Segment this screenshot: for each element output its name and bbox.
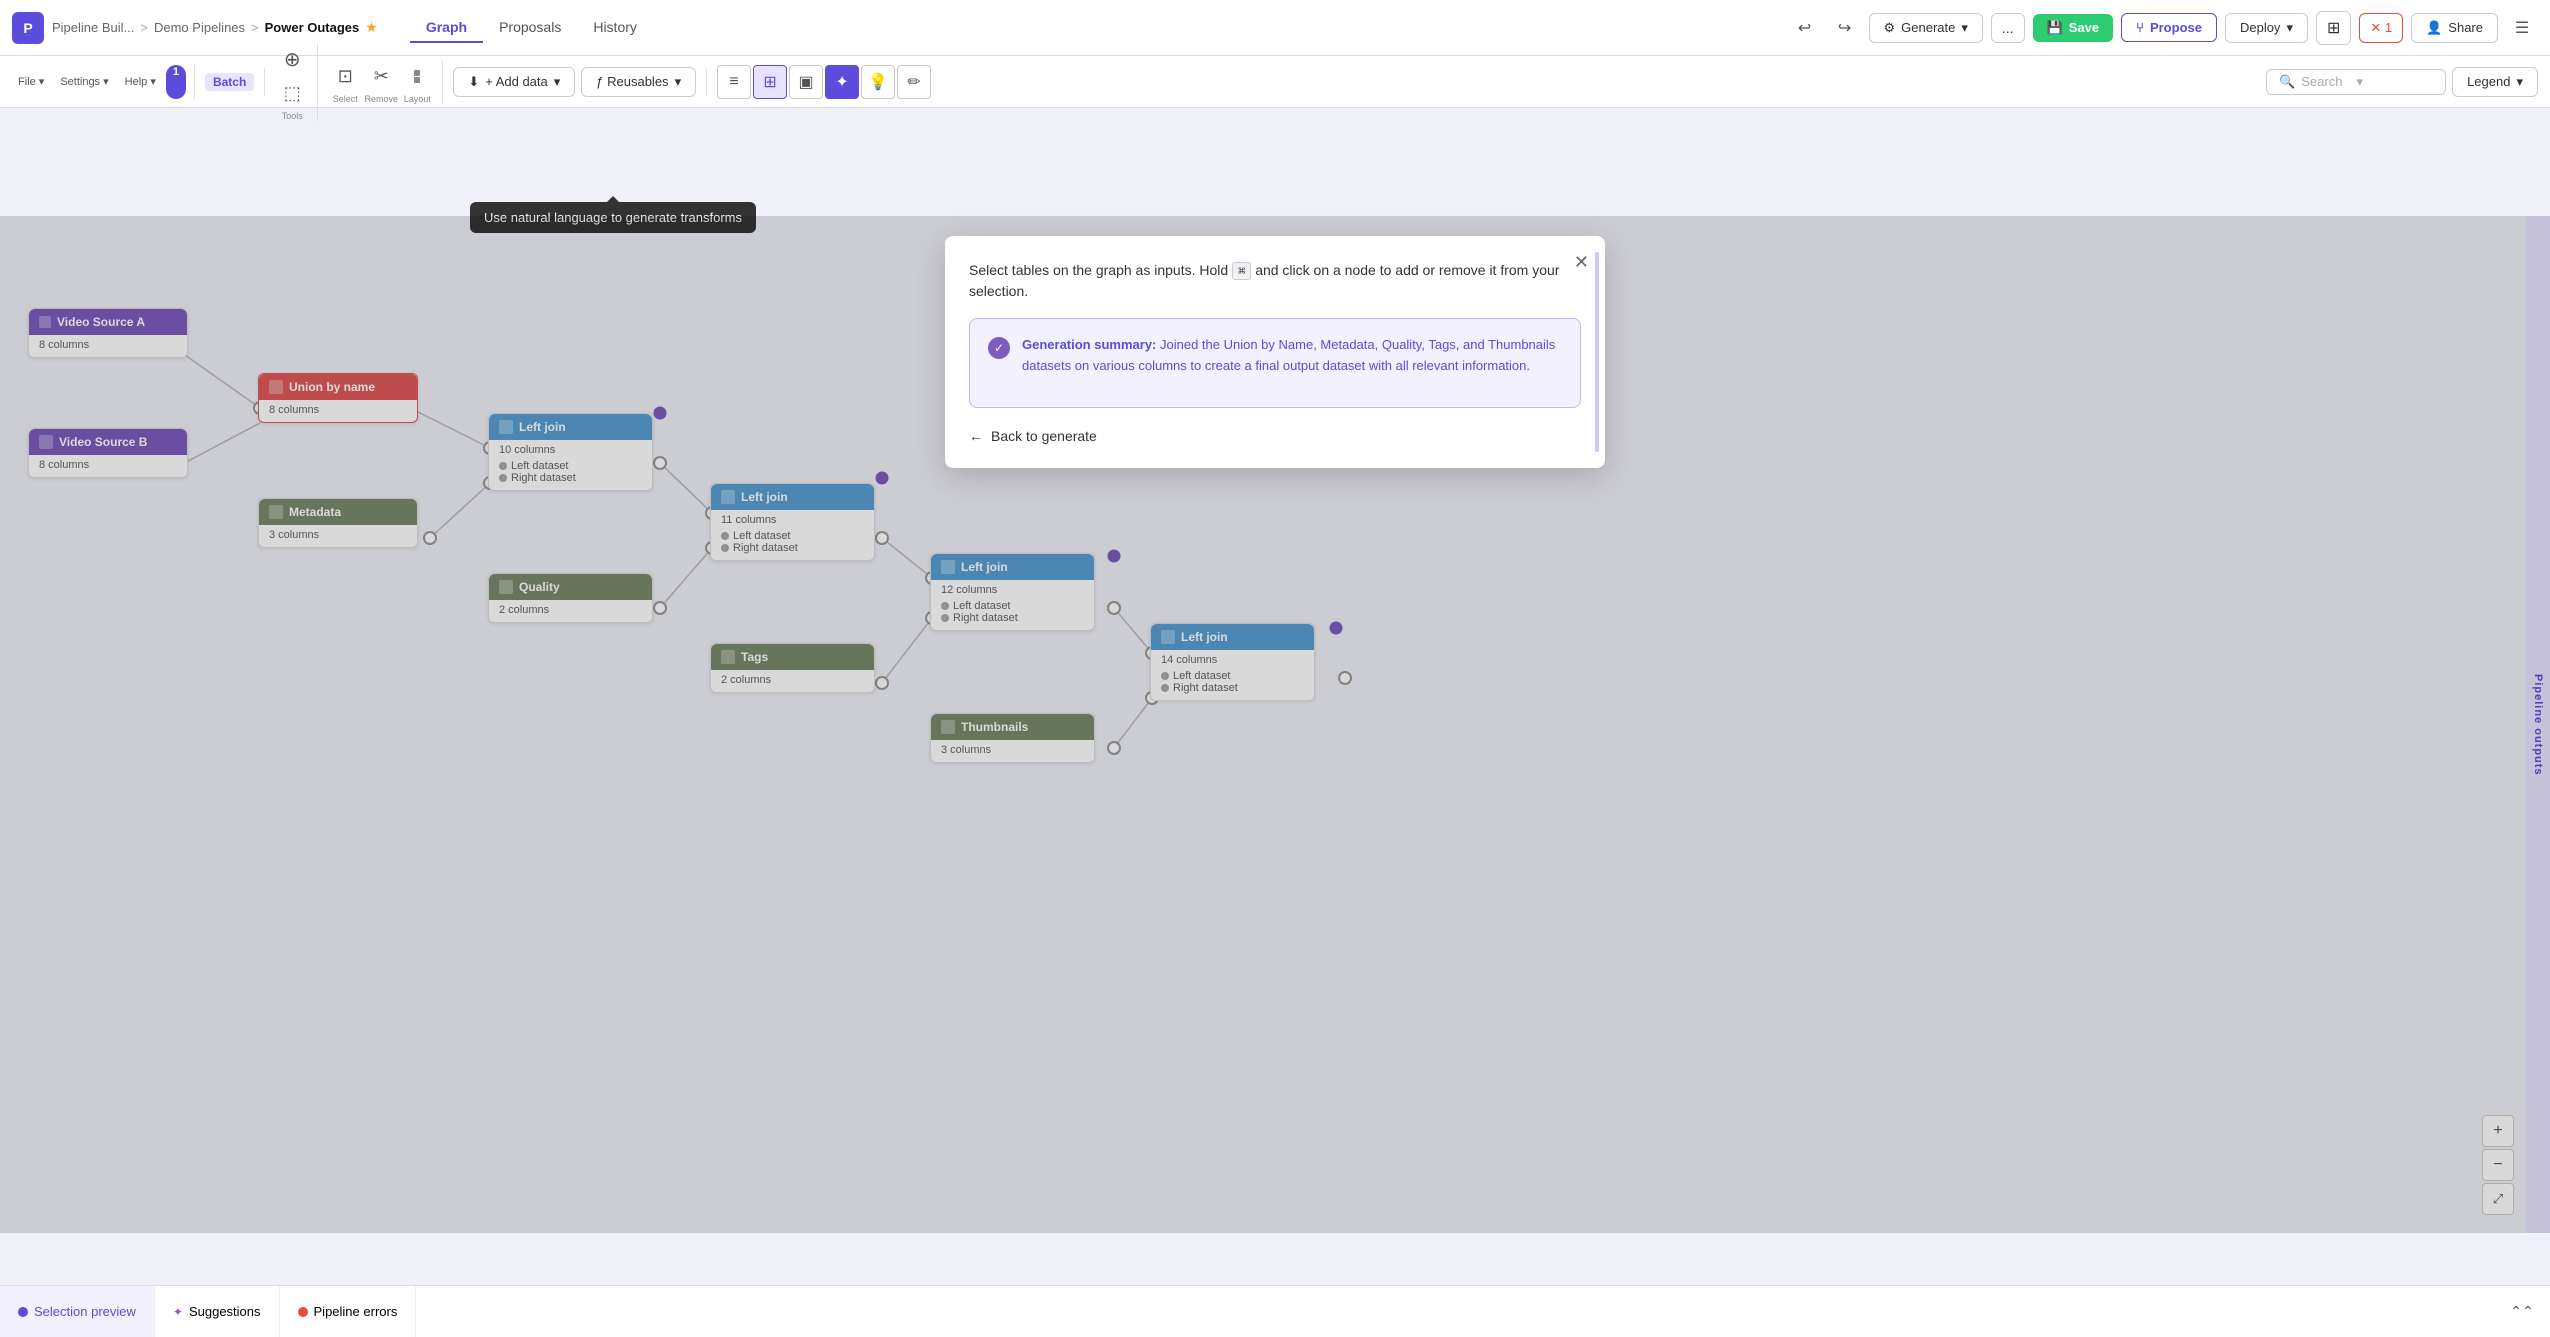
- back-arrow-icon: ←: [969, 428, 983, 444]
- save-icon: 💾: [2047, 20, 2063, 36]
- tools-label: Tools: [282, 111, 303, 121]
- generate-button[interactable]: ⚙ Generate ▾: [1869, 13, 1983, 43]
- tab-graph[interactable]: Graph: [410, 13, 483, 43]
- breadcrumb-sep2: >: [251, 20, 259, 35]
- legend-chevron-icon: ▾: [2516, 74, 2523, 90]
- add-data-button[interactable]: ⬇ + Add data ▾: [453, 67, 575, 97]
- generate-chevron-icon: ▾: [1961, 20, 1968, 36]
- deploy-button[interactable]: Deploy ▾: [2225, 13, 2308, 43]
- sidebar-toggle-button[interactable]: ☰: [2506, 12, 2538, 44]
- reusables-chevron-icon: ▾: [675, 74, 682, 90]
- breadcrumb-sep1: >: [140, 20, 148, 35]
- transform-pen-button[interactable]: ✏: [897, 65, 931, 99]
- save-button[interactable]: 💾 Save: [2033, 14, 2114, 42]
- breadcrumb-current: Power Outages: [265, 20, 360, 35]
- top-nav-tabs: Graph Proposals History: [410, 13, 653, 43]
- breadcrumb-demo[interactable]: Demo Pipelines: [154, 20, 245, 35]
- redo-button[interactable]: ↪: [1829, 12, 1861, 44]
- transform-list-button[interactable]: ≡: [717, 65, 751, 99]
- pipeline-errors-icon: [298, 1307, 308, 1317]
- transform-buttons: ≡ ⊞ ▣ ✦ 💡 ✏: [717, 65, 931, 99]
- app-logo: P: [12, 12, 44, 44]
- ai-generate-button[interactable]: ✦: [825, 65, 859, 99]
- select-remove-group: ⊡ Select ✂ Remove Layout: [328, 60, 443, 104]
- grid-button[interactable]: ⊞: [2316, 11, 2351, 45]
- modal-overlay[interactable]: ✕ Select tables on the graph as inputs. …: [0, 216, 2550, 1233]
- legend-label: Legend: [2467, 74, 2510, 89]
- settings-menu-button[interactable]: Settings ▾: [54, 65, 114, 99]
- modal-instruction: Select tables on the graph as inputs. Ho…: [969, 260, 1581, 302]
- generate-icon: ⚙: [1884, 20, 1896, 36]
- tools-group: ⊕ ⬚ Tools: [275, 43, 318, 121]
- propose-button[interactable]: ⑂ Propose: [2121, 13, 2217, 42]
- deploy-chevron-icon: ▾: [2286, 20, 2293, 36]
- breadcrumb: Pipeline Buil... > Demo Pipelines > Powe…: [52, 19, 378, 36]
- transform-light-button[interactable]: 💡: [861, 65, 895, 99]
- batch-badge: Batch: [205, 73, 254, 91]
- modal-kbd: ⌘: [1232, 262, 1251, 280]
- legend-button[interactable]: Legend ▾: [2452, 67, 2538, 97]
- select-label: Select: [333, 94, 358, 104]
- selection-preview-icon: [18, 1307, 28, 1317]
- lasso-tool-button[interactable]: ⬚: [275, 77, 309, 111]
- breadcrumb-pipeline[interactable]: Pipeline Buil...: [52, 20, 134, 35]
- top-bar: P Pipeline Buil... > Demo Pipelines > Po…: [0, 0, 2550, 56]
- x1-button[interactable]: ✕ 1: [2359, 13, 2403, 43]
- search-icon: 🔍: [2279, 74, 2295, 90]
- suggestions-icon: ✦: [173, 1305, 183, 1319]
- tab-suggestions[interactable]: ✦ Suggestions: [155, 1286, 280, 1337]
- select-tool-button[interactable]: ⊕: [275, 43, 309, 77]
- share-icon: 👤: [2426, 20, 2442, 36]
- bottom-bar: Selection preview ✦ Suggestions Pipeline…: [0, 1285, 2550, 1337]
- propose-icon: ⑂: [2136, 20, 2144, 35]
- remove-button[interactable]: ✂: [364, 60, 398, 94]
- generation-summary-text: Generation summary: Joined the Union by …: [1022, 335, 1562, 377]
- generation-summary: ✓ Generation summary: Joined the Union b…: [969, 318, 1581, 408]
- tab-selection-preview[interactable]: Selection preview: [0, 1286, 155, 1337]
- top-bar-right: ↩ ↪ ⚙ Generate ▾ ... 💾 Save ⑂ Propose De…: [1789, 11, 2538, 45]
- canvas-area[interactable]: Video Source A 8 columns Video Source B …: [0, 108, 2550, 1285]
- help-menu-button[interactable]: Help ▾: [119, 65, 162, 99]
- reusables-button[interactable]: ƒ Reusables ▾: [581, 67, 696, 97]
- layout-button[interactable]: [400, 60, 434, 94]
- undo-button[interactable]: ↩: [1789, 12, 1821, 44]
- scrollbar[interactable]: [1595, 252, 1599, 452]
- check-icon: ✓: [988, 337, 1010, 359]
- tab-history[interactable]: History: [577, 13, 653, 43]
- file-menu-button[interactable]: File ▾: [12, 65, 50, 99]
- layout-label: Layout: [404, 94, 431, 104]
- collapse-button[interactable]: ⌃⌃: [2506, 1296, 2538, 1328]
- select-button[interactable]: ⊡: [328, 60, 362, 94]
- search-chevron-icon: ▾: [2356, 74, 2363, 90]
- star-icon[interactable]: ★: [365, 19, 378, 36]
- tab-pipeline-errors[interactable]: Pipeline errors: [280, 1286, 417, 1337]
- back-to-generate-button[interactable]: ← Back to generate: [969, 428, 1097, 444]
- add-data-icon: ⬇: [468, 74, 479, 90]
- tab-proposals[interactable]: Proposals: [483, 13, 577, 43]
- remove-label: Remove: [365, 94, 399, 104]
- toolbar2: File ▾ Settings ▾ Help ▾ 1 Batch ⊕ ⬚ Too…: [0, 56, 2550, 108]
- transform-box-button[interactable]: ▣: [789, 65, 823, 99]
- modal-close-button[interactable]: ✕: [1574, 252, 1589, 273]
- bottom-right: ⌃⌃: [2506, 1296, 2550, 1328]
- more-button[interactable]: ...: [1991, 13, 2025, 43]
- share-button[interactable]: 👤 Share: [2411, 13, 2498, 43]
- transform-grid-button[interactable]: ⊞: [753, 65, 787, 99]
- add-data-chevron-icon: ▾: [554, 74, 561, 90]
- generation-modal: ✕ Select tables on the graph as inputs. …: [945, 236, 1605, 468]
- search-bar: 🔍 Search ▾: [2266, 69, 2446, 95]
- notification-badge: 1: [166, 65, 186, 99]
